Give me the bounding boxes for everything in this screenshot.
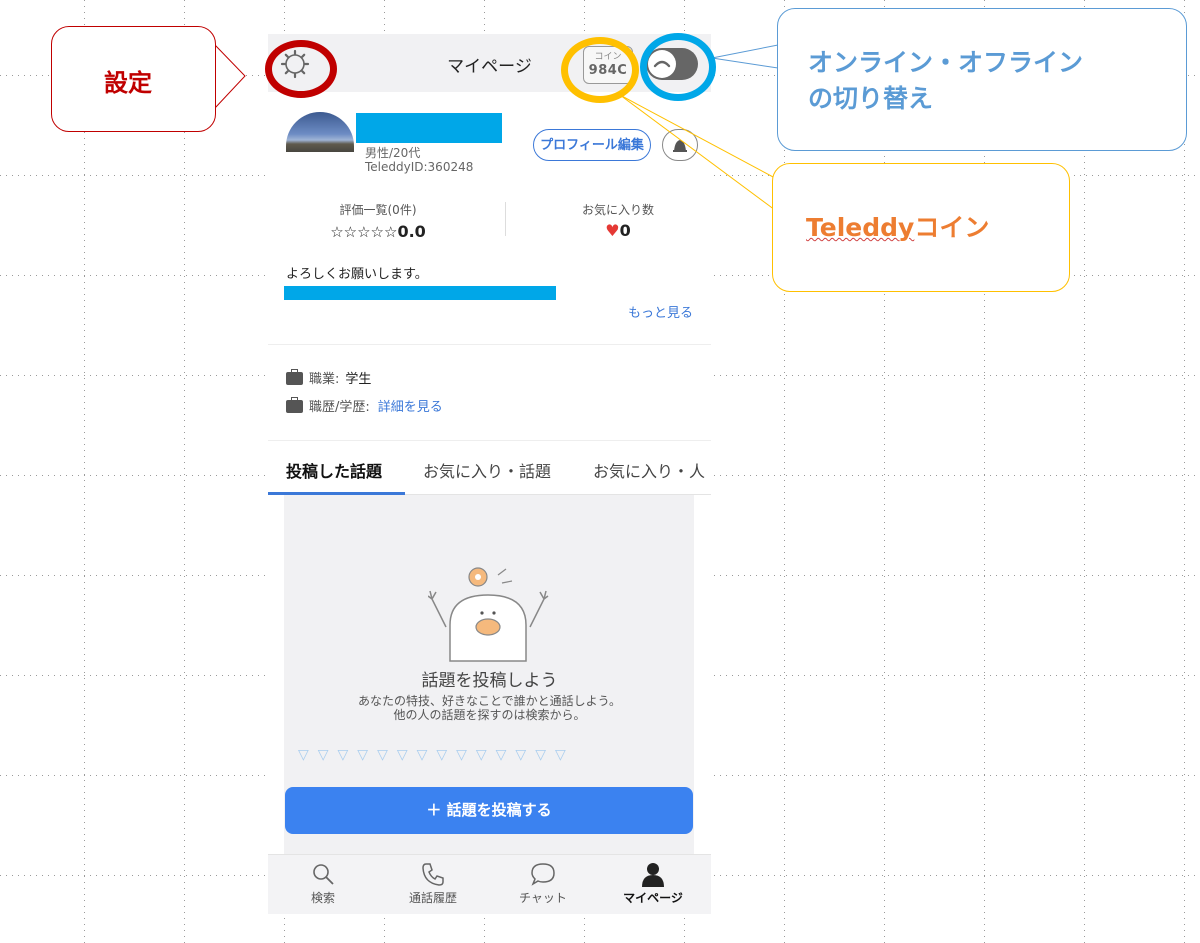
online-callout-line1: オンライン・オフライン xyxy=(808,48,1084,77)
online-callout-line2: の切り替え xyxy=(808,84,934,113)
online-callout-text: オンライン・オフライン の切り替え xyxy=(808,45,1083,117)
toggle-highlight-ring xyxy=(640,33,716,101)
settings-callout-text: 設定 xyxy=(104,69,152,97)
coin-callout-text: Teleddyコイン xyxy=(806,208,989,244)
settings-highlight-ring xyxy=(265,40,337,98)
coin-highlight-ring xyxy=(561,37,639,103)
coin-suffix: コイン xyxy=(914,213,990,242)
coin-brand: Teleddy xyxy=(806,213,915,242)
